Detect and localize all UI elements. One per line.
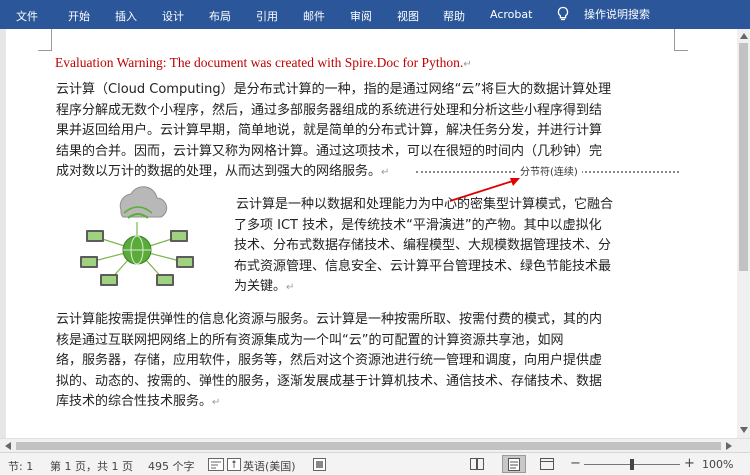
page-indicator[interactable]: 第 1 页，共 1 页 bbox=[50, 458, 133, 474]
text-line: 络，服务器，存储，应用软件，服务等，然后对这个资源池进行统一管理和调度，向用户提… bbox=[56, 353, 603, 368]
lightbulb-icon bbox=[557, 6, 569, 21]
zoom-out-button[interactable]: − bbox=[570, 456, 581, 471]
proofing-icon[interactable] bbox=[208, 458, 224, 471]
text-line: 核是通过互联网把网络上的所有资源集成为一个叫“云”的可配置的计算资源共享池，如网 bbox=[56, 332, 564, 348]
scroll-up-icon[interactable] bbox=[740, 33, 748, 39]
crop-mark-top-right bbox=[674, 29, 688, 51]
zoom-level[interactable]: 100% bbox=[702, 458, 733, 471]
tab-file[interactable]: 文件 bbox=[16, 8, 38, 24]
tab-references[interactable]: 引用 bbox=[256, 8, 278, 24]
text-line: 技术、分布式数据存储技术、编程模型、大规模数据管理技术、分 bbox=[234, 238, 612, 253]
tab-home[interactable]: 开始 bbox=[68, 8, 90, 24]
web-layout-icon[interactable] bbox=[540, 458, 554, 470]
tab-mailings[interactable]: 邮件 bbox=[303, 8, 325, 24]
macro-icon[interactable] bbox=[313, 458, 326, 471]
paragraph-mark: ↵ bbox=[212, 397, 221, 408]
tab-insert[interactable]: 插入 bbox=[115, 8, 137, 24]
zoom-slider-thumb[interactable] bbox=[630, 459, 634, 470]
text-line: 果并返回给用户。云计算早期，简单地说，就是简单的分布式计算，解决任务分发，并进行… bbox=[56, 123, 603, 138]
crop-mark-top-left bbox=[38, 29, 52, 51]
document-page[interactable]: Evaluation Warning: The document was cre… bbox=[6, 29, 737, 438]
text-line: 云计算能按需提供弹性的信息化资源与服务。云计算是一种按需所取、按需付费的模式，其… bbox=[56, 312, 603, 327]
accessibility-icon[interactable] bbox=[227, 458, 241, 471]
language-indicator[interactable]: 英语(美国) bbox=[243, 458, 296, 474]
print-layout-icon bbox=[508, 458, 520, 471]
scroll-left-icon[interactable] bbox=[5, 442, 11, 450]
zoom-in-button[interactable]: + bbox=[684, 456, 695, 471]
paragraph-mark: ↵ bbox=[381, 167, 390, 178]
scroll-right-icon[interactable] bbox=[726, 442, 732, 450]
tell-me-label: 操作说明搜索 bbox=[584, 8, 650, 21]
scroll-down-icon[interactable] bbox=[740, 427, 748, 433]
vertical-scroll-thumb[interactable] bbox=[739, 43, 748, 271]
tell-me-search[interactable]: 操作说明搜索 bbox=[556, 6, 650, 22]
read-mode-icon[interactable] bbox=[470, 458, 484, 470]
tab-acrobat[interactable]: Acrobat bbox=[490, 8, 532, 21]
text-line: 成对数以万计的数据的处理，从而达到强大的网络服务。↵ bbox=[56, 164, 390, 179]
section-indicator[interactable]: 节: 1 bbox=[8, 458, 33, 474]
tab-layout[interactable]: 布局 bbox=[209, 8, 231, 24]
text-line: 了多项 ICT 技术，是传统技术“平滑演进”的产物。其中以虚拟化 bbox=[234, 217, 602, 233]
text-line: 结果的合并。因而，云计算又称为网格计算。通过这项技术，可以在很短的时间内（几秒钟… bbox=[56, 143, 603, 159]
text-line: 为关键。↵ bbox=[234, 279, 295, 294]
text-line: 库技术的综合性技术服务。↵ bbox=[56, 394, 221, 409]
text-line: 布式资源管理、信息安全、云计算平台管理技术、绿色节能技术最 bbox=[234, 258, 612, 274]
tab-help[interactable]: 帮助 bbox=[443, 8, 465, 24]
horizontal-scroll-thumb[interactable] bbox=[16, 442, 721, 450]
cloud-network-illustration bbox=[80, 186, 194, 286]
tab-view[interactable]: 视图 bbox=[397, 8, 419, 24]
word-count[interactable]: 495 个字 bbox=[148, 458, 195, 474]
ribbon-tab-bar: 文件 开始 插入 设计 布局 引用 邮件 审阅 视图 帮助 Acrobat 操作… bbox=[0, 0, 750, 29]
text-line: 拟的、动态的、按需的、弹性的服务，逐渐发展成基于计算机技术、通信技术、存储技术、… bbox=[56, 373, 603, 389]
vertical-scrollbar[interactable] bbox=[737, 29, 750, 438]
status-bar: 节: 1 第 1 页，共 1 页 495 个字 英语(美国) − + 100% bbox=[0, 452, 750, 475]
horizontal-scrollbar[interactable] bbox=[0, 438, 750, 452]
print-layout-button[interactable] bbox=[502, 455, 526, 473]
paragraph-mark: ↵ bbox=[286, 282, 295, 293]
text-line: 云计算（Cloud Computing）是分布式计算的一种，指的是通过网络“云”… bbox=[56, 82, 612, 97]
tab-review[interactable]: 审阅 bbox=[350, 8, 372, 24]
text-line: 云计算是一种以数据和处理能力为中心的密集型计算模式，它融合 bbox=[236, 197, 614, 212]
tab-design[interactable]: 设计 bbox=[162, 8, 184, 24]
text-line: 程序分解成无数个小程序，然后，通过多部服务器组成的系统进行处理和分析这些小程序得… bbox=[56, 102, 603, 118]
evaluation-warning: Evaluation Warning: The document was cre… bbox=[55, 55, 472, 70]
